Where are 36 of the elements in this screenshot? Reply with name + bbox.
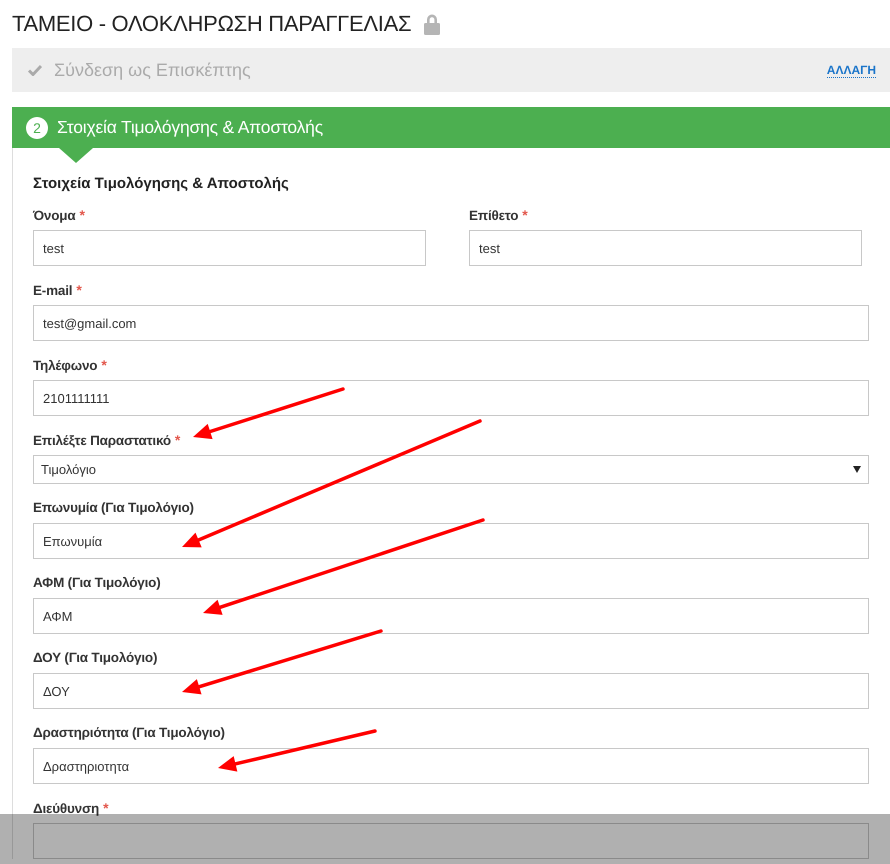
input-field[interactable]: test (469, 230, 862, 266)
field-label: E-mail (33, 283, 72, 298)
required-mark: * (101, 357, 107, 373)
select-field[interactable]: Τιμολόγιο (33, 455, 869, 484)
step-title: Σύνδεση ως Επισκέπτης (54, 60, 252, 80)
field-label: ΑΦΜ (Για Τιμολόγιο) (33, 575, 160, 590)
field-label: ΔΟΥ (Για Τιμολόγιο) (33, 650, 158, 665)
required-mark: * (522, 207, 528, 223)
field-label: Διεύθυνση (33, 801, 100, 816)
field-label: Επίθετο (469, 208, 518, 223)
header-pointer (59, 148, 93, 163)
input-field[interactable]: test (33, 230, 426, 266)
step-number: 2 (26, 116, 48, 138)
input-field[interactable]: test@gmail.com (33, 305, 869, 341)
required-mark: * (79, 207, 85, 223)
field-label: Όνομα (33, 208, 76, 223)
field-label: Τηλέφωνο (33, 358, 98, 373)
caret-icon (853, 466, 861, 473)
input-field[interactable]: Δραστηριοτητα (33, 748, 869, 784)
check-icon (28, 64, 42, 76)
field-label: Επωνυμία (Για Τιμολόγιο) (33, 500, 194, 515)
input-field[interactable]: Επωνυμία (33, 523, 869, 559)
required-mark: * (174, 432, 180, 448)
input-field[interactable] (33, 823, 869, 859)
change-link[interactable]: ΑΛΛΑΓΗ (826, 62, 876, 78)
required-mark: * (76, 282, 82, 298)
input-field[interactable]: ΔΟΥ (33, 673, 869, 709)
input-field[interactable]: ΑΦΜ (33, 598, 869, 634)
field-label: Δραστηριότητα (Για Τιμολόγιο) (33, 725, 225, 740)
required-mark: * (103, 800, 109, 816)
section-heading: Στοιχεία Τιμολόγησης & Αποστολής (33, 175, 290, 192)
field-label: Επιλέξτε Παραστατικό (33, 433, 171, 448)
page-title: ΤΑΜΕΙΟ - ΟΛΟΚΛΗΡΩΣΗ ΠΑΡΑΓΓΕΛΙΑΣ (12, 11, 412, 37)
input-field[interactable]: 2101111111 (33, 380, 869, 416)
lock-icon (423, 13, 442, 35)
step-title: Στοιχεία Τιμολόγησης & Αποστολής (57, 117, 323, 138)
